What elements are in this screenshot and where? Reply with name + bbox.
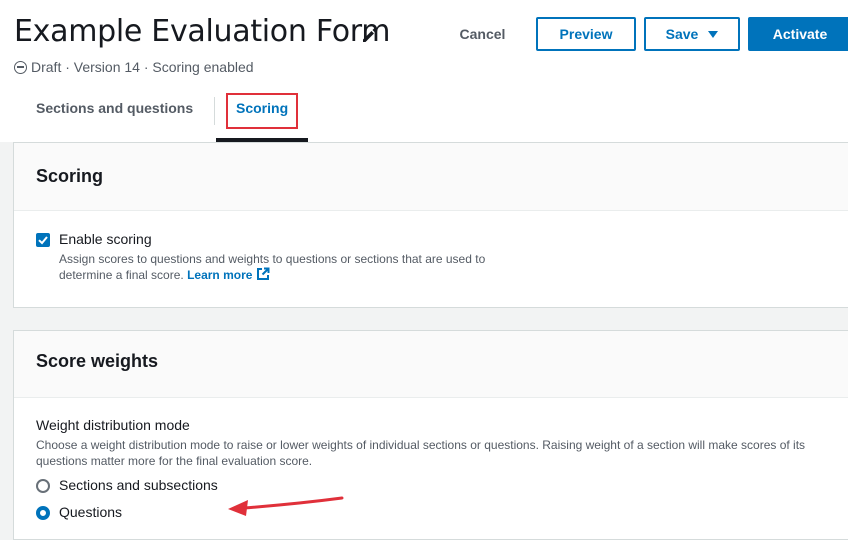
- weight-mode-label: Weight distribution mode: [36, 417, 190, 433]
- scoring-description: Assign scores to questions and weights t…: [59, 251, 529, 283]
- red-arrow-icon: [228, 496, 344, 516]
- sections-and-subsections-label[interactable]: Sections and subsections: [59, 477, 218, 493]
- tab-sections-and-questions[interactable]: Sections and questions: [36, 100, 193, 116]
- weight-mode-description: Choose a weight distribution mode to rai…: [36, 438, 806, 468]
- checkmark-icon: [38, 236, 48, 245]
- caret-down-icon: [708, 30, 719, 38]
- tab-scoring[interactable]: Scoring: [236, 100, 288, 116]
- status-line: Draft · Version 14 · Scoring enabled: [14, 59, 254, 75]
- learn-more-text: Learn more: [187, 268, 253, 282]
- external-link-icon: [257, 267, 270, 280]
- activate-button[interactable]: Activate: [748, 17, 848, 51]
- minus-circle-icon: [14, 60, 27, 74]
- score-weights-title: Score weights: [36, 351, 159, 371]
- status-text: Draft · Version 14 · Scoring enabled: [31, 59, 254, 75]
- questions-label[interactable]: Questions: [59, 504, 122, 520]
- activate-label: Activate: [772, 26, 828, 42]
- radio-questions[interactable]: [36, 506, 50, 520]
- save-label: Save: [665, 26, 699, 42]
- page-header: Example Evaluation Form Draft · Version …: [0, 0, 848, 142]
- score-weights-panel: Score weights Weight distribution mode C…: [13, 330, 848, 540]
- cancel-button[interactable]: Cancel: [445, 17, 520, 51]
- enable-scoring-label[interactable]: Enable scoring: [59, 231, 152, 247]
- preview-label: Preview: [559, 26, 613, 42]
- learn-more-link[interactable]: Learn more: [187, 267, 270, 282]
- pencil-icon[interactable]: [361, 26, 379, 44]
- radio-sections-and-subsections[interactable]: [36, 479, 50, 493]
- scoring-panel-title: Scoring: [36, 166, 104, 186]
- save-button[interactable]: Save: [644, 17, 740, 51]
- scoring-description-text: Assign scores to questions and weights t…: [59, 252, 486, 282]
- preview-button[interactable]: Preview: [536, 17, 636, 51]
- scoring-panel: Scoring Enable scoring Assign scores to …: [13, 142, 848, 308]
- page-title: Example Evaluation Form: [14, 14, 391, 49]
- scoring-panel-header: [14, 143, 848, 211]
- tab-divider: [214, 97, 215, 125]
- enable-scoring-checkbox[interactable]: [36, 233, 50, 247]
